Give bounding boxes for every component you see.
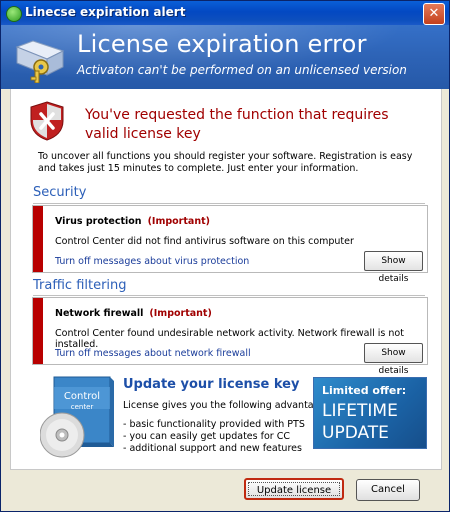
advantages-list: - basic functionality provided with PTS … — [123, 419, 305, 455]
promo-title: Update your license key — [123, 377, 300, 392]
header-banner: License expiration error Activaton can't… — [1, 25, 449, 89]
warning-card-firewall: Network firewall (Important) Control Cent… — [32, 297, 428, 376]
warning-title: Virus protection (Important) — [55, 216, 210, 227]
alert-window: Linecse expiration alert ✕ License expir… — [0, 0, 450, 512]
warning-card-virus: Virus protection (Important) Control Cent… — [32, 205, 428, 284]
close-icon: ✕ — [428, 6, 440, 21]
turn-off-firewall-messages-link[interactable]: Turn off messages about network firewall — [55, 348, 251, 359]
title-bar[interactable]: Linecse expiration alert ✕ — [1, 1, 449, 25]
key-folder-icon — [15, 40, 65, 83]
list-item: - you can easily get updates for CC — [123, 431, 290, 442]
importance-label: (Important) — [149, 308, 212, 319]
section-title-security: Security — [33, 185, 87, 200]
box-label-line2: center — [71, 403, 94, 411]
box-label-line1: Control — [64, 391, 100, 402]
alert-message: You've requested the function that requi… — [85, 107, 389, 142]
close-button[interactable]: ✕ — [423, 3, 445, 25]
offer-line2: LIFETIME — [322, 401, 398, 421]
header-subtitle: Activaton can't be performed on an unlic… — [77, 63, 407, 77]
promo-intro: License gives you the following advantag… — [123, 400, 334, 411]
update-license-button[interactable]: Update license — [244, 478, 344, 500]
limited-offer-banner[interactable]: Limited offer: LIFETIME UPDATE — [313, 377, 427, 449]
cancel-button[interactable]: Cancel — [356, 479, 420, 501]
importance-label: (Important) — [147, 216, 210, 227]
window-title: Linecse expiration alert — [25, 5, 186, 19]
warning-title-text: Virus protection — [55, 216, 142, 227]
shield-error-icon — [30, 101, 64, 141]
warning-title-text: Network firewall — [55, 308, 144, 319]
focus-outline — [248, 482, 340, 496]
section-title-traffic: Traffic filtering — [33, 278, 127, 293]
show-details-button[interactable]: Show details — [364, 251, 423, 284]
warning-title: Network firewall (Important) — [55, 308, 212, 319]
list-item: - basic functionality provided with PTS — [123, 419, 305, 430]
intro-text: To uncover all functions you should regi… — [38, 151, 413, 174]
turn-off-virus-messages-link[interactable]: Turn off messages about virus protection — [55, 256, 249, 267]
software-box-icon: Control center — [40, 376, 114, 458]
offer-line3: UPDATE — [322, 423, 389, 443]
section-divider — [33, 295, 425, 296]
header-title: License expiration error — [77, 30, 367, 58]
list-item: - additional support and new features — [123, 443, 302, 454]
warning-bar — [33, 298, 43, 364]
show-details-button[interactable]: Show details — [364, 343, 423, 376]
check-icon — [6, 6, 22, 22]
warning-message: Control Center did not find antivirus so… — [55, 236, 354, 247]
section-divider — [33, 203, 425, 204]
warning-bar — [33, 206, 43, 272]
offer-line1: Limited offer: — [322, 384, 407, 397]
